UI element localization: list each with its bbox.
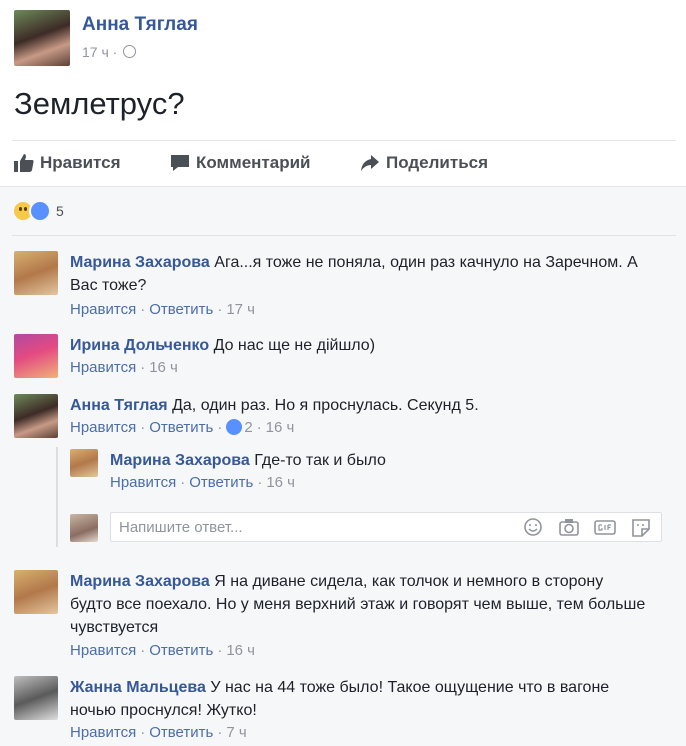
comment-reply-link[interactable]: Ответить xyxy=(189,474,253,491)
globe-icon[interactable] xyxy=(123,45,137,58)
share-button[interactable]: Поделиться xyxy=(360,153,488,173)
comment-text: Где-то так и было xyxy=(254,452,386,469)
reply-thread-line xyxy=(56,447,58,547)
comment-text: Я на диване сидела, как толчок и немного… xyxy=(214,573,604,590)
post-author-name[interactable]: Анна Тяглая xyxy=(82,14,198,36)
comment-time[interactable]: 7 ч xyxy=(226,724,246,741)
comment-icon xyxy=(171,155,189,171)
avatar[interactable] xyxy=(14,394,58,438)
comment-text: чувствуется xyxy=(70,619,159,636)
comment-text: Ага...я тоже не поняла, один раз качнуло… xyxy=(214,254,638,271)
comment-actions: Нравится · Ответить · 16 ч xyxy=(70,642,255,659)
share-label: Поделиться xyxy=(386,153,489,172)
reactions-summary[interactable]: 5 xyxy=(14,200,64,222)
comment-actions: Нравится · Ответить · 7 ч xyxy=(70,724,247,741)
comment-text: будто все поехало. Но у меня верхний эта… xyxy=(70,596,646,613)
comment-like-link[interactable]: Нравится xyxy=(70,419,136,436)
comment-text: До нас ще не дійшло) xyxy=(213,337,376,354)
avatar[interactable] xyxy=(14,334,58,378)
emoji-icon[interactable] xyxy=(522,517,544,537)
avatar[interactable] xyxy=(14,676,58,720)
comment-time[interactable]: 16 ч xyxy=(266,474,295,491)
reply-composer xyxy=(70,512,680,544)
comment-like-link[interactable]: Нравится xyxy=(70,301,136,318)
post-meta: 17 ч · xyxy=(82,44,137,60)
avatar[interactable] xyxy=(70,449,98,477)
comment-time[interactable]: 16 ч xyxy=(226,642,255,659)
like-label: Нравится xyxy=(40,153,121,172)
like-button[interactable]: Нравится xyxy=(14,153,121,173)
commenter-name[interactable]: Ирина Дольченко xyxy=(70,337,209,354)
comment-like-link[interactable]: Нравится xyxy=(110,474,176,491)
comment-text: У нас на 44 тоже было! Такое ощущение чт… xyxy=(210,679,610,696)
comment-reply-link[interactable]: Ответить xyxy=(149,419,213,436)
author-avatar[interactable] xyxy=(14,10,70,66)
comment-likes-count[interactable]: 2 xyxy=(244,419,252,436)
comment-reply-link[interactable]: Ответить xyxy=(149,642,213,659)
comment-body: Жанна Мальцева У нас на 44 тоже было! Та… xyxy=(70,676,609,722)
commenter-name[interactable]: Анна Тяглая xyxy=(70,397,168,414)
comment-text: Да, один раз. Но я проснулась. Секунд 5. xyxy=(172,397,479,414)
post-actions-bar: Нравится Комментарий Поделиться xyxy=(12,140,676,185)
comment-actions: Нравится · Ответить · 2 · 16 ч xyxy=(70,419,295,436)
commenter-name[interactable]: Марина Захарова xyxy=(110,452,250,469)
comment-body: Марина Захарова Где-то так и было xyxy=(110,449,386,472)
avatar[interactable] xyxy=(14,570,58,614)
comment-body: Ирина Дольченко До нас ще не дійшло) xyxy=(70,334,375,357)
comment-time[interactable]: 16 ч xyxy=(266,419,295,436)
share-arrow-icon xyxy=(361,155,379,171)
commenter-name[interactable]: Марина Захарова xyxy=(70,573,210,590)
gif-icon[interactable] xyxy=(594,517,616,537)
comment-actions: Нравится · Ответить · 16 ч xyxy=(110,474,295,491)
comment-text: Вас тоже? xyxy=(70,277,147,294)
reactions-count: 5 xyxy=(56,203,64,219)
like-reaction-icon xyxy=(226,419,243,435)
comment-time[interactable]: 16 ч xyxy=(149,359,178,376)
comment-body: Анна Тяглая Да, один раз. Но я проснулас… xyxy=(70,394,479,417)
sticker-icon[interactable] xyxy=(630,517,652,537)
comment-button[interactable]: Комментарий xyxy=(170,153,310,173)
commenter-name[interactable]: Жанна Мальцева xyxy=(70,679,206,696)
comment-reply-link[interactable]: Ответить xyxy=(149,301,213,318)
comment-time[interactable]: 17 ч xyxy=(226,301,255,318)
avatar xyxy=(70,514,98,542)
avatar[interactable] xyxy=(14,251,58,295)
like-reaction-icon xyxy=(29,200,51,222)
post-text: Землетрус? xyxy=(14,86,185,121)
divider xyxy=(12,235,676,236)
comment-reply-link[interactable]: Ответить xyxy=(149,724,213,741)
comment-label: Комментарий xyxy=(196,153,311,172)
comment-like-link[interactable]: Нравится xyxy=(70,724,136,741)
commenter-name[interactable]: Марина Захарова xyxy=(70,254,210,271)
comment-like-link[interactable]: Нравится xyxy=(70,359,136,376)
post-card: Анна Тяглая 17 ч · Землетрус? Нравится К… xyxy=(0,0,686,186)
thumbs-up-icon xyxy=(14,154,34,172)
comment-text: ночью проснулся! Жутко! xyxy=(70,702,257,719)
camera-icon[interactable] xyxy=(558,517,580,537)
comment-body: Марина Захарова Ага...я тоже не поняла, … xyxy=(70,251,638,297)
comment-actions: Нравится · Ответить · 17 ч xyxy=(70,301,255,318)
comment-body: Марина Захарова Я на диване сидела, как … xyxy=(70,570,645,639)
comment-like-link[interactable]: Нравится xyxy=(70,642,136,659)
post-time[interactable]: 17 ч xyxy=(82,44,109,60)
comment-actions: Нравится · 16 ч xyxy=(70,359,178,376)
reply-input-icons xyxy=(522,517,652,537)
